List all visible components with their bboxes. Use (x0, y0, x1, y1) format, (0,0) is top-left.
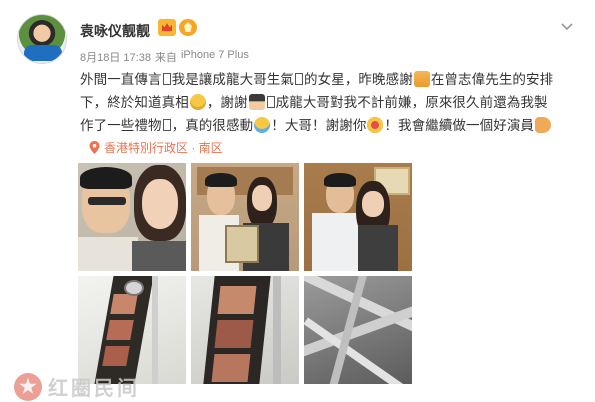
user-badges (158, 19, 197, 36)
content-text: ，真的很感動 (171, 118, 254, 133)
content-text: 在曾志偉先生的安排 (430, 72, 554, 87)
muscle-emoji-icon (535, 117, 552, 133)
vip-crown-icon[interactable] (158, 19, 176, 36)
content-text: 成龍大哥對我不計前嫌，原來很久前還為我製 (275, 95, 548, 110)
content-text: 外間一直傳言 (80, 72, 162, 87)
avatar[interactable] (17, 14, 67, 64)
content-text: 作了一些禮物 (80, 118, 162, 133)
placeholder-glyph (162, 73, 171, 85)
photo-thumbnail[interactable] (78, 276, 186, 384)
pray-emoji-icon (413, 71, 430, 87)
placeholder-glyph (295, 73, 304, 85)
watermark-text: 红圈民间 (48, 378, 140, 400)
heart-eyes-emoji-icon (367, 117, 384, 133)
content-text: 下，終於知道真相 (80, 95, 189, 110)
photo-thumbnail[interactable] (191, 276, 299, 384)
content-text: 的女星，昨晚感謝 (304, 72, 413, 87)
content-line-3: 作了一些禮物 ，真的很感動 ！大哥！謝謝你 ！我會繼續做一個好演員 (80, 114, 580, 137)
bow-emoji-icon (248, 94, 265, 110)
sad-emoji-icon (189, 94, 206, 110)
star-logo-icon (14, 372, 42, 401)
placeholder-glyph (162, 119, 171, 131)
content-text: ！我會繼續做一個好演員 (384, 118, 535, 133)
photo-thumbnail[interactable] (304, 276, 412, 384)
post-content: 外間一直傳言 我是讓成龍大哥生氣 的女星，昨晚感謝 在曾志偉先生的安排 下，終於知道真… (80, 68, 580, 137)
weibo-post: 袁咏仪靓靓 8月18日 17:38 来自 iPhone 7 Plus 外間一直傳… (0, 0, 595, 402)
placeholder-glyph (266, 96, 275, 108)
post-source[interactable]: iPhone 7 Plus (181, 49, 249, 65)
photo-thumbnail[interactable] (78, 163, 186, 271)
location-link[interactable]: 香港特別行政区 · 南区 (89, 139, 223, 156)
source-prefix: 来自 (154, 52, 177, 64)
content-line-1: 外間一直傳言 我是讓成龍大哥生氣 的女星，昨晚感謝 在曾志偉先生的安排 (80, 68, 580, 91)
location-text: 香港特別行政区 · 南区 (104, 141, 223, 155)
chevron-down-icon[interactable] (560, 20, 574, 34)
content-text: ，謝謝 (206, 95, 248, 110)
medal-icon[interactable] (179, 19, 197, 36)
photo-thumbnail[interactable] (191, 163, 299, 271)
watermark: 红圈民间 (14, 372, 140, 401)
post-date[interactable]: 8月18日 17:38 (80, 49, 151, 65)
content-line-2: 下，終於知道真相 ，謝謝 成龍大哥對我不計前嫌，原來很久前還為我製 (80, 91, 580, 114)
content-text: ！大哥！謝謝你 (271, 118, 367, 133)
photo-thumbnail[interactable] (304, 163, 412, 271)
cry-emoji-icon (254, 117, 271, 133)
location-pin-icon (89, 141, 100, 154)
content-text: 我是讓成龍大哥生氣 (171, 72, 295, 87)
username[interactable]: 袁咏仪靓靓 (80, 21, 150, 41)
post-meta: 8月18日 17:38 来自 iPhone 7 Plus (80, 49, 249, 65)
